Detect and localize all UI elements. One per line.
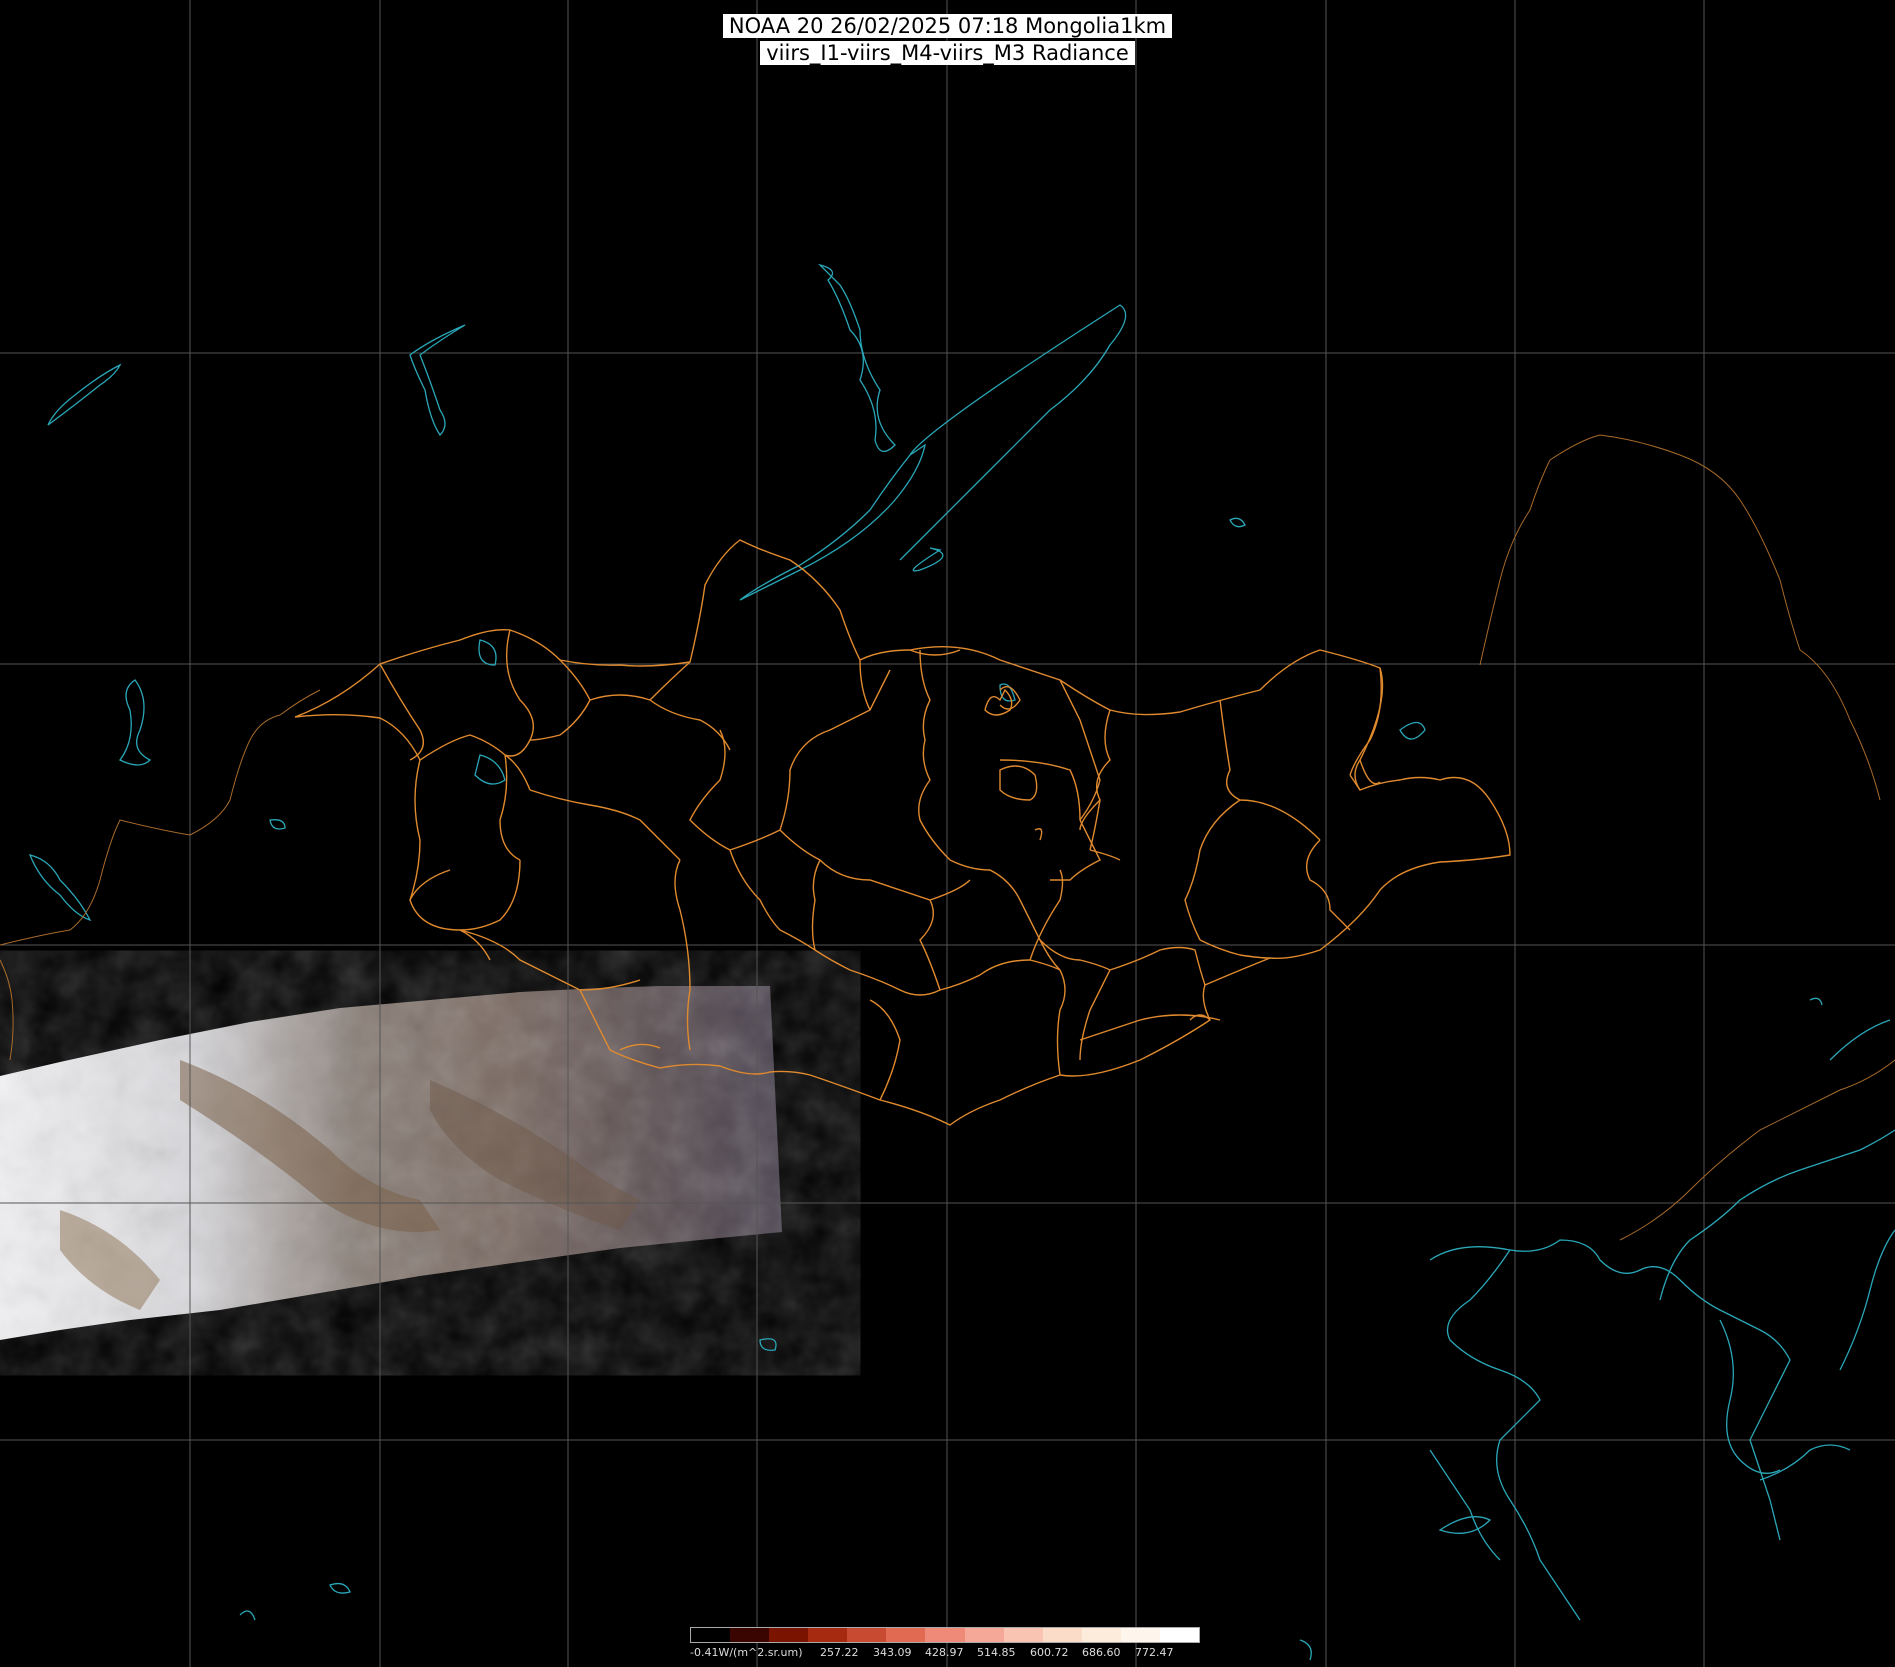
color-legend: -0.41W/(m^2.sr.um) 257.22 343.09 428.97 … bbox=[690, 1627, 1200, 1667]
legend-label: 600.72 bbox=[1030, 1646, 1069, 1659]
legend-swatch bbox=[1120, 1628, 1160, 1642]
legend-swatch bbox=[886, 1628, 926, 1642]
legend-label: 428.97 bbox=[925, 1646, 964, 1659]
legend-swatch bbox=[964, 1628, 1004, 1642]
legend-swatch bbox=[1081, 1628, 1121, 1642]
legend-labels: -0.41W/(m^2.sr.um) 257.22 343.09 428.97 … bbox=[690, 1646, 1200, 1662]
legend-swatch bbox=[730, 1628, 770, 1642]
legend-color-bar bbox=[690, 1627, 1200, 1643]
legend-label: 257.22 bbox=[820, 1646, 859, 1659]
legend-swatch bbox=[925, 1628, 965, 1642]
legend-swatch bbox=[1003, 1628, 1043, 1642]
legend-label: 514.85 bbox=[977, 1646, 1016, 1659]
satellite-map bbox=[0, 0, 1895, 1667]
legend-swatch bbox=[808, 1628, 848, 1642]
legend-label: 772.47 bbox=[1135, 1646, 1174, 1659]
legend-label: 343.09 bbox=[873, 1646, 912, 1659]
legend-swatch bbox=[1159, 1628, 1200, 1642]
legend-swatch bbox=[769, 1628, 809, 1642]
legend-label: -0.41W/(m^2.sr.um) bbox=[690, 1646, 803, 1659]
legend-swatch bbox=[691, 1628, 731, 1642]
legend-label: 686.60 bbox=[1082, 1646, 1121, 1659]
legend-swatch bbox=[847, 1628, 887, 1642]
legend-swatch bbox=[1042, 1628, 1082, 1642]
